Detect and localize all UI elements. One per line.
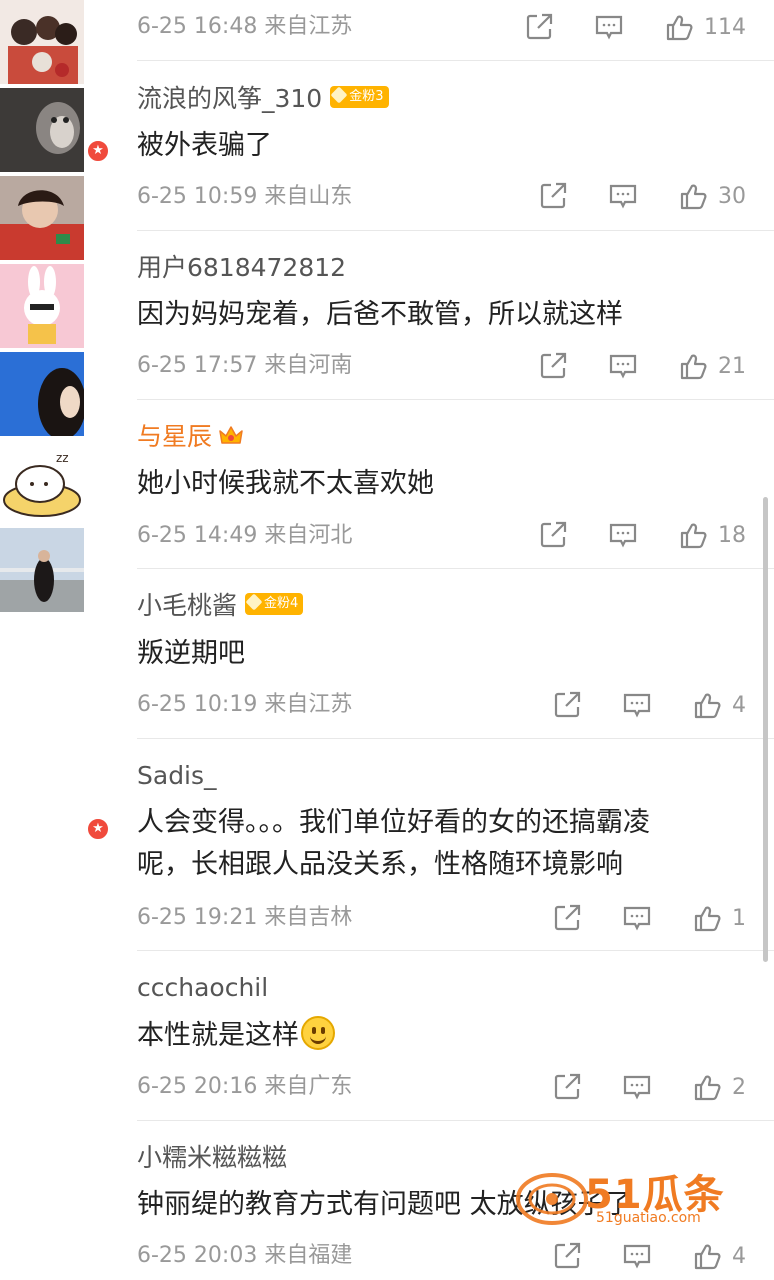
comment-actions: 21	[538, 350, 746, 382]
divider	[137, 738, 774, 739]
divider	[137, 568, 774, 569]
comment-icon[interactable]	[622, 1072, 652, 1102]
username-text: 与星辰	[137, 422, 213, 451]
comment-feed: 6-25 16:48 来自江苏 114 ★ 流浪的风筝_310 金粉3 被外表骗了…	[0, 0, 774, 1280]
username[interactable]: 用户6818472812	[137, 253, 346, 283]
like-count: 2	[732, 1074, 746, 1100]
like-count: 1	[732, 905, 746, 931]
comment-line: 被外表骗了	[137, 130, 272, 161]
fan-badge-label: 金粉4	[264, 596, 299, 611]
divider	[137, 1120, 774, 1121]
divider	[137, 399, 774, 400]
like-icon[interactable]	[692, 1072, 722, 1102]
comment-line: 人会变得。。。我们单位好看的女的还搞霸凌	[137, 807, 650, 838]
comment-actions: 4	[552, 1240, 746, 1272]
username-text: 小糯米糍糍糍	[137, 1143, 288, 1172]
share-icon[interactable]	[552, 690, 582, 720]
username-text: ccchaochil	[137, 973, 269, 1002]
username-text: 小毛桃酱	[137, 591, 238, 620]
share-icon[interactable]	[552, 1241, 582, 1271]
comment-meta: 6-25 10:19 来自江苏	[137, 692, 353, 717]
like-icon[interactable]	[692, 690, 722, 720]
fan-badge-label: 金粉3	[349, 89, 384, 104]
username-text: Sadis_	[137, 761, 217, 790]
verified-badge-icon: ★	[85, 816, 111, 842]
comment-actions: 1	[552, 902, 746, 934]
like-count: 4	[732, 1243, 746, 1269]
username[interactable]: 小毛桃酱 金粉4	[137, 591, 304, 621]
comment-meta: 6-25 17:57 来自河南	[137, 353, 353, 378]
comment-icon[interactable]	[608, 181, 638, 211]
like-count: 4	[732, 692, 746, 718]
comment-icon[interactable]	[608, 351, 638, 381]
like-icon[interactable]	[678, 351, 708, 381]
username[interactable]: Sadis_	[137, 761, 217, 791]
comment-icon[interactable]	[622, 690, 652, 720]
username-text: 流浪的风筝_310	[137, 84, 323, 113]
verified-badge-icon: ★	[85, 138, 111, 164]
share-icon[interactable]	[538, 351, 568, 381]
comment-line: 她小时候我就不太喜欢她	[137, 468, 434, 499]
comment-line: 因为妈妈宠着，后爸不敢管，所以就这样	[137, 299, 623, 330]
share-icon[interactable]	[552, 1072, 582, 1102]
like-icon[interactable]	[664, 12, 694, 42]
scrollbar[interactable]	[763, 497, 768, 962]
comment-text: 被外表骗了	[137, 125, 737, 167]
comment-actions: 30	[538, 180, 746, 212]
divider	[137, 60, 774, 61]
comment-line: 呢，长相跟人品没关系，性格随环境影响	[137, 849, 623, 880]
crown-icon	[218, 423, 244, 447]
like-icon[interactable]	[692, 903, 722, 933]
gem-icon	[245, 593, 263, 611]
comment-actions: 18	[538, 519, 746, 551]
comment-text: 叛逆期吧	[137, 633, 737, 675]
comment-meta: 6-25 19:21 来自吉林	[137, 905, 353, 930]
username[interactable]: 小糯米糍糍糍	[137, 1143, 287, 1173]
fan-badge: 金粉4	[245, 593, 304, 615]
comment-actions: 114	[524, 11, 746, 43]
username-text: 用户6818472812	[137, 253, 347, 282]
like-count: 21	[718, 353, 746, 379]
comment-icon[interactable]	[622, 1241, 652, 1271]
share-icon[interactable]	[538, 181, 568, 211]
comment-line: 叛逆期吧	[137, 638, 245, 669]
like-count: 30	[718, 183, 746, 209]
divider	[137, 950, 774, 951]
like-count: 18	[718, 522, 746, 548]
username[interactable]: ccchaochil	[137, 973, 268, 1003]
watermark-domain: 51guatiao.com	[596, 1210, 701, 1226]
divider	[137, 230, 774, 231]
like-count: 114	[704, 14, 746, 40]
comment-line: 本性就是这样	[137, 1020, 299, 1051]
username[interactable]: 流浪的风筝_310 金粉3	[137, 84, 389, 114]
comment-actions: 4	[552, 689, 746, 721]
like-icon[interactable]	[692, 1241, 722, 1271]
comment-text: 她小时候我就不太喜欢她	[137, 463, 737, 505]
comment-text: 本性就是这样	[137, 1015, 737, 1057]
username[interactable]: 与星辰	[137, 422, 244, 452]
svg-text:zz: zz	[56, 451, 69, 465]
comment-meta: 6-25 20:03 来自福建	[137, 1243, 353, 1268]
smile-emoji-icon	[301, 1016, 335, 1050]
gem-icon	[330, 86, 348, 104]
comment-text: 人会变得。。。我们单位好看的女的还搞霸凌 呢，长相跟人品没关系，性格随环境影响	[137, 802, 737, 886]
comment-meta: 6-25 10:59 来自山东	[137, 184, 353, 209]
comment-meta: 6-25 14:49 来自河北	[137, 523, 353, 548]
comment-icon[interactable]	[622, 903, 652, 933]
share-icon[interactable]	[524, 12, 554, 42]
share-icon[interactable]	[538, 520, 568, 550]
comment-text: 因为妈妈宠着，后爸不敢管，所以就这样	[137, 294, 737, 336]
fan-badge: 金粉3	[330, 86, 389, 108]
like-icon[interactable]	[678, 181, 708, 211]
like-icon[interactable]	[678, 520, 708, 550]
comment-icon[interactable]	[594, 12, 624, 42]
share-icon[interactable]	[552, 903, 582, 933]
comment-actions: 2	[552, 1071, 746, 1103]
comment-meta: 6-25 16:48 来自江苏	[137, 14, 353, 39]
comment-meta: 6-25 20:16 来自广东	[137, 1074, 353, 1099]
comment-icon[interactable]	[608, 520, 638, 550]
